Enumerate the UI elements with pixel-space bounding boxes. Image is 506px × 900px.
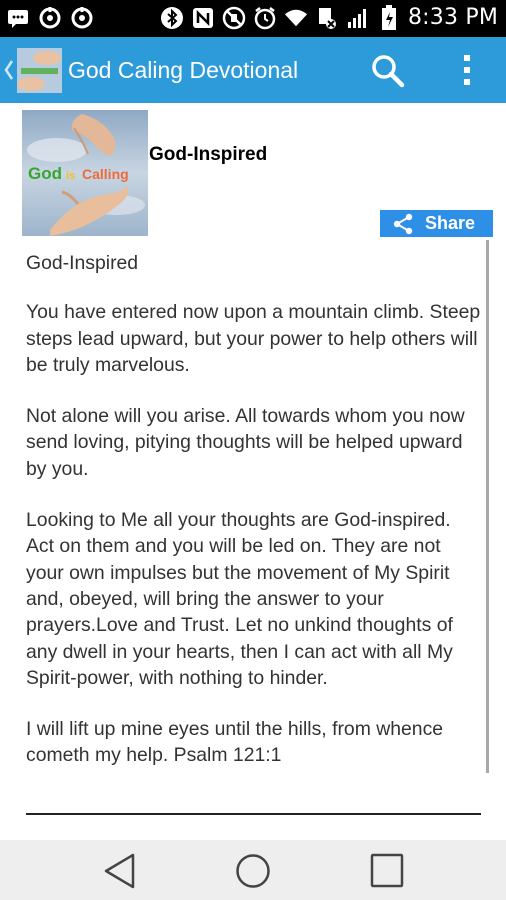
chat-icon — [6, 6, 30, 30]
back-button[interactable] — [100, 852, 140, 890]
status-bar: 8:33 PM — [0, 0, 506, 37]
search-icon — [372, 55, 405, 88]
image-text-calling: Calling — [82, 166, 129, 182]
search-button[interactable] — [371, 54, 405, 88]
wifi-icon — [284, 6, 308, 30]
share-icon — [393, 213, 413, 235]
recent-apps-icon — [370, 853, 404, 888]
devotional-title: God-Inspired — [149, 144, 268, 165]
content-paragraph: You have entered now upon a mountain cli… — [26, 301, 481, 376]
content-title: God-Inspired — [26, 252, 139, 274]
bluetooth-icon — [160, 6, 184, 30]
content-paragraph: I will lift up mine eyes until the hills… — [26, 718, 444, 767]
app-title: God Caling Devotional — [68, 57, 299, 83]
content-paragraph: Not alone will you arise. All towards wh… — [26, 405, 465, 480]
alarm-icon — [253, 6, 277, 30]
recent-apps-button[interactable] — [367, 852, 407, 890]
settings-icon — [70, 6, 94, 30]
share-button[interactable]: Share — [380, 210, 493, 237]
content-divider — [26, 813, 481, 815]
app-bar: God Caling Devotional — [0, 37, 506, 103]
signal-icon — [346, 6, 370, 30]
back-icon — [104, 853, 135, 889]
share-label: Share — [425, 213, 476, 233]
image-text-god: God — [28, 164, 62, 183]
home-button[interactable] — [233, 852, 273, 890]
app-logo[interactable] — [17, 48, 62, 93]
more-vert-icon — [464, 55, 470, 85]
status-time: 8:33 PM — [407, 5, 498, 30]
settings-icon — [38, 6, 62, 30]
up-navigation-icon[interactable] — [4, 59, 14, 86]
mute-icon — [222, 6, 246, 30]
content-paragraph: Looking to Me all your thoughts are God-… — [26, 509, 453, 689]
overflow-menu-button[interactable] — [452, 53, 482, 87]
devotional-content: God-Inspired You have entered now upon a… — [26, 250, 481, 794]
image-text-is: is — [66, 170, 75, 182]
battery-icon — [377, 4, 401, 30]
home-icon — [236, 854, 270, 888]
nfc-icon — [191, 6, 215, 30]
devotional-image: God is Calling — [22, 110, 148, 236]
mobile-data-icon — [315, 6, 339, 30]
navigation-bar — [0, 840, 506, 900]
scrollbar[interactable] — [486, 240, 489, 773]
